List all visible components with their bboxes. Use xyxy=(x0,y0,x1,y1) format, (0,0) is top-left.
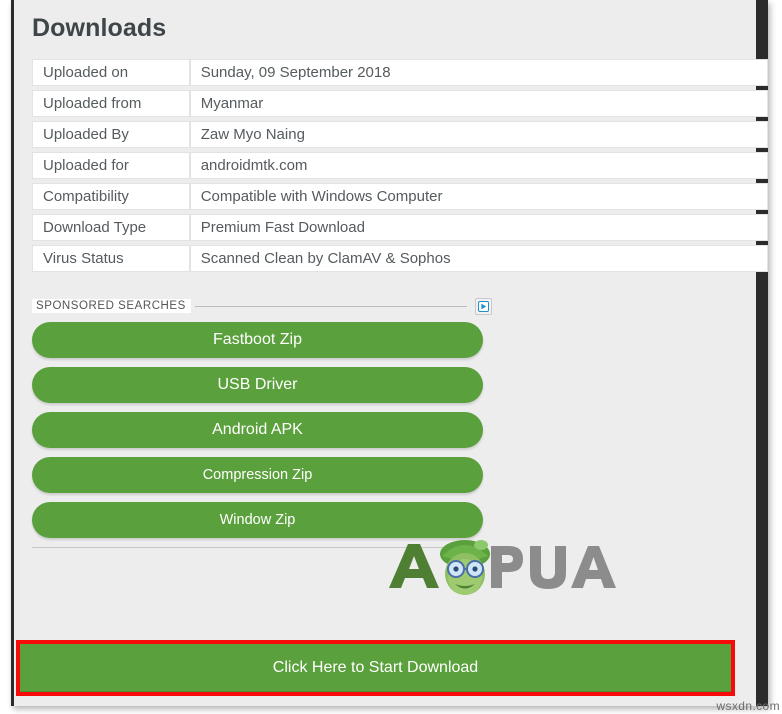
sponsored-link-usb-driver[interactable]: USB Driver xyxy=(32,367,483,403)
info-key: Uploaded By xyxy=(32,121,190,148)
info-value: Myanmar xyxy=(189,90,768,117)
adchoices-triangle-icon[interactable] xyxy=(475,297,492,315)
sponsored-link-android-apk[interactable]: Android APK xyxy=(32,412,483,448)
sponsored-searches-block: SPONSORED SEARCHES Fastboot Zip USB Driv… xyxy=(32,297,492,548)
table-row: Virus Status Scanned Clean by ClamAV & S… xyxy=(32,245,768,272)
site-watermark: wsxdn.com xyxy=(716,699,780,713)
download-info-table: Uploaded on Sunday, 09 September 2018 Up… xyxy=(32,55,768,276)
start-download-highlight: Click Here to Start Download xyxy=(16,640,735,696)
info-key: Uploaded for xyxy=(32,152,190,179)
info-value: androidmtk.com xyxy=(189,152,768,179)
info-key: Download Type xyxy=(32,214,190,241)
table-row: Uploaded By Zaw Myo Naing xyxy=(32,121,768,148)
sponsored-link-window-zip[interactable]: Window Zip xyxy=(32,502,483,538)
info-key: Virus Status xyxy=(32,245,190,272)
screenshot-root: Downloads Uploaded on Sunday, 09 Septemb… xyxy=(0,0,782,714)
info-key: Uploaded on xyxy=(32,59,190,86)
info-value: Compatible with Windows Computer xyxy=(189,183,768,210)
sponsored-label: SPONSORED SEARCHES xyxy=(32,299,191,313)
table-row: Uploaded from Myanmar xyxy=(32,90,768,117)
page-content: Downloads Uploaded on Sunday, 09 Septemb… xyxy=(14,0,768,706)
page-sheet: Downloads Uploaded on Sunday, 09 Septemb… xyxy=(11,0,768,706)
info-value: Zaw Myo Naing xyxy=(189,121,768,148)
info-value: Sunday, 09 September 2018 xyxy=(189,59,768,86)
sponsored-link-compression-zip[interactable]: Compression Zip xyxy=(32,457,483,493)
info-table-body: Uploaded on Sunday, 09 September 2018 Up… xyxy=(32,59,768,272)
info-value: Premium Fast Download xyxy=(189,214,768,241)
sponsored-link-fastboot-zip[interactable]: Fastboot Zip xyxy=(32,322,483,358)
info-key: Compatibility xyxy=(32,183,190,210)
sponsored-header: SPONSORED SEARCHES xyxy=(32,297,492,315)
info-key: Uploaded from xyxy=(32,90,190,117)
info-value: Scanned Clean by ClamAV & Sophos xyxy=(189,245,768,272)
page-title: Downloads xyxy=(32,14,167,42)
sponsored-divider xyxy=(194,305,467,307)
sponsored-bottom-divider xyxy=(32,547,483,548)
table-row: Compatibility Compatible with Windows Co… xyxy=(32,183,768,210)
table-row: Download Type Premium Fast Download xyxy=(32,214,768,241)
table-row: Uploaded for androidmtk.com xyxy=(32,152,768,179)
sponsored-list: Fastboot Zip USB Driver Android APK Comp… xyxy=(32,322,492,538)
table-row: Uploaded on Sunday, 09 September 2018 xyxy=(32,59,768,86)
start-download-button[interactable]: Click Here to Start Download xyxy=(20,644,731,692)
